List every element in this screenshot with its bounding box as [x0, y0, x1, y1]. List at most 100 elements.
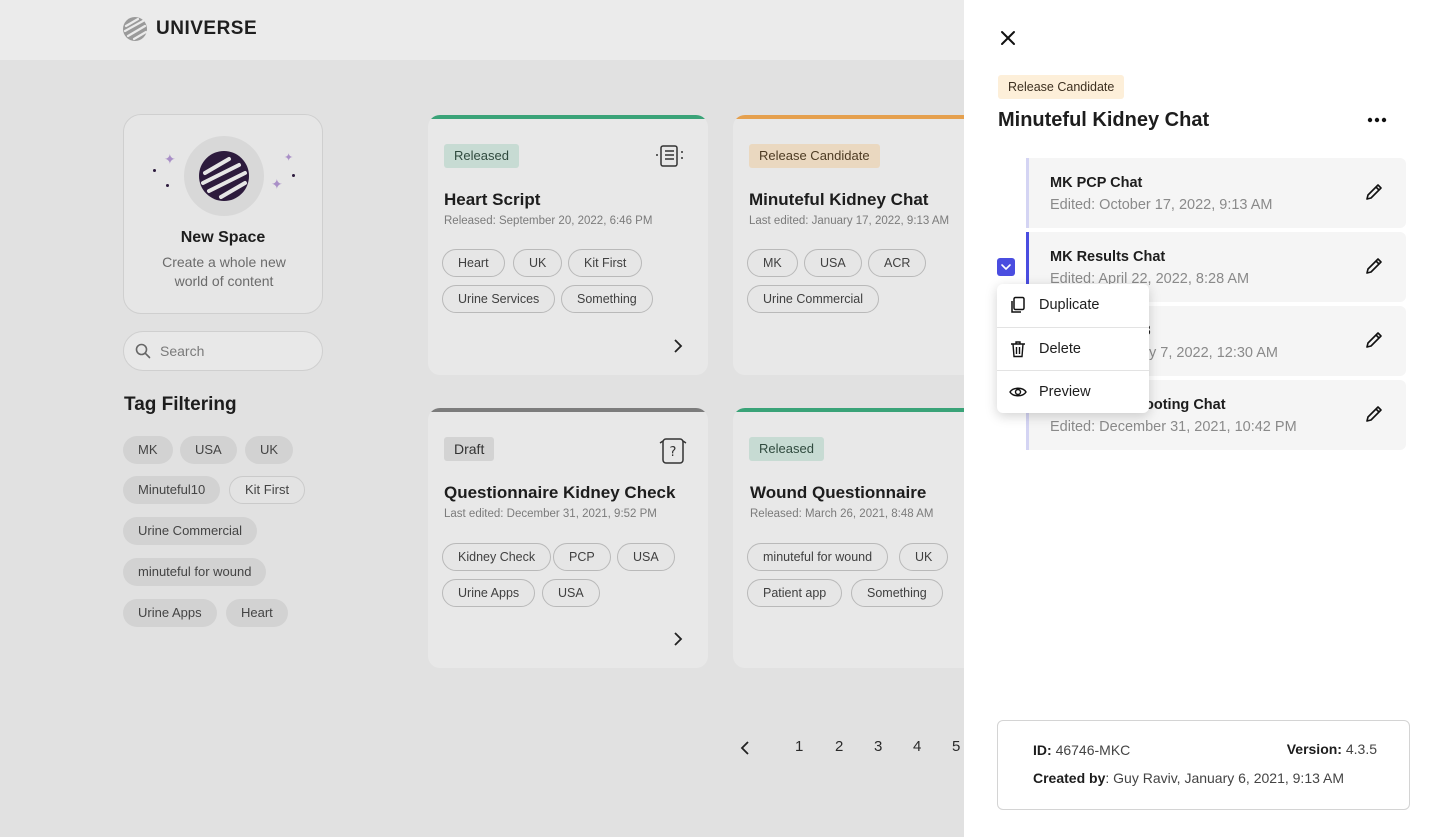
status-badge: Released — [444, 144, 519, 168]
card-tag: Patient app — [747, 579, 843, 607]
script-date: Edited: October 17, 2022, 9:13 AM — [1050, 197, 1273, 213]
card-tag: Urine Commercial — [747, 285, 880, 313]
script-info-box: ID: 46746-MKC Version: 4.3.5 Created by:… — [997, 720, 1410, 810]
document-list-icon — [656, 145, 683, 167]
script-date: Edited: December 31, 2021, 10:42 PM — [1050, 419, 1297, 435]
item-checkbox[interactable] — [997, 258, 1015, 276]
script-item[interactable]: MK PCP Chat Edited: October 17, 2022, 9:… — [1026, 158, 1406, 228]
brand-logo[interactable]: UNIVERSE — [122, 16, 257, 42]
page-link[interactable]: 4 — [913, 738, 921, 755]
filter-tag[interactable]: Heart — [226, 599, 288, 627]
sparkle-icon: ✦ — [164, 151, 176, 167]
trash-icon — [1011, 340, 1025, 357]
pencil-icon[interactable] — [1364, 256, 1384, 276]
filter-tag[interactable]: Urine Apps — [123, 599, 217, 627]
details-drawer: Release Candidate Minuteful Kidney Chat … — [964, 0, 1440, 837]
card-tag: PCP — [553, 543, 611, 571]
card-tag: Kit First — [568, 249, 643, 277]
card-tag: ACR — [868, 249, 927, 277]
new-space-subtitle: Create a whole new world of content — [162, 254, 286, 289]
card-tag: Urine Services — [442, 285, 556, 313]
menu-label: Preview — [1039, 383, 1091, 400]
script-id: ID: 46746-MKC — [1033, 742, 1131, 758]
new-space-card[interactable]: ✦ ✦ ✦ New Space Create a whole new world… — [123, 114, 323, 314]
pencil-icon[interactable] — [1364, 182, 1384, 202]
sparkle-icon: ✦ — [271, 176, 283, 192]
card-tag: USA — [617, 543, 675, 571]
page-link[interactable]: 3 — [874, 738, 882, 755]
filter-tag[interactable]: Urine Commercial — [123, 517, 258, 545]
more-options-icon[interactable] — [1366, 110, 1388, 130]
dot-decoration — [153, 169, 156, 172]
card-tag: Heart — [442, 249, 505, 277]
status-badge: Release Candidate — [998, 75, 1125, 99]
card-title: Questionnaire Kidney Check — [444, 483, 676, 502]
brand-name: UNIVERSE — [156, 18, 258, 39]
menu-label: Duplicate — [1039, 297, 1100, 313]
status-bar — [428, 408, 708, 412]
menu-label: Delete — [1039, 340, 1081, 357]
delete-menu-item[interactable]: Delete — [997, 327, 1149, 369]
question-cards-icon: ? — [659, 438, 687, 464]
card-title: Wound Questionnaire — [750, 483, 927, 502]
search-input[interactable]: Search — [123, 331, 323, 371]
card-tag: Something — [561, 285, 653, 313]
tag-filter-title: Tag Filtering — [124, 394, 237, 415]
filter-tag[interactable]: minuteful for wound — [123, 558, 267, 586]
card-meta: Last edited: December 31, 2021, 9:52 PM — [444, 508, 657, 520]
pencil-icon[interactable] — [1364, 330, 1384, 350]
card-title: Minuteful Kidney Chat — [749, 190, 929, 209]
new-space-title: New Space — [180, 229, 266, 246]
pencil-icon[interactable] — [1364, 404, 1384, 424]
card-tag: USA — [804, 249, 862, 277]
script-version: Version: 4.3.5 — [1286, 741, 1377, 757]
content-card[interactable]: Draft ? Questionnaire Kidney Check Last … — [428, 408, 708, 668]
duplicate-menu-item[interactable]: Duplicate — [997, 284, 1149, 326]
filter-tag[interactable]: UK — [245, 436, 294, 464]
script-name: MK Results Chat — [1050, 249, 1166, 265]
card-tag: Urine Apps — [442, 579, 536, 607]
filter-tag[interactable]: USA — [180, 436, 237, 464]
close-icon[interactable] — [998, 28, 1018, 48]
page-link[interactable]: 5 — [952, 738, 960, 755]
card-tag: UK — [513, 249, 563, 277]
card-tag: USA — [542, 579, 600, 607]
preview-menu-item[interactable]: Preview — [997, 370, 1149, 412]
drawer-title: Minuteful Kidney Chat — [998, 109, 1210, 131]
chevron-right-icon[interactable] — [672, 632, 684, 646]
chevron-left-icon[interactable] — [739, 741, 751, 755]
universe-logo-icon — [123, 17, 148, 41]
planet-icon — [199, 151, 249, 201]
card-tag: UK — [899, 543, 949, 571]
dot-decoration — [292, 174, 295, 177]
card-meta: Released: March 26, 2021, 8:48 AM — [750, 508, 934, 520]
status-badge: Release Candidate — [749, 144, 880, 168]
card-tag: Kidney Check — [442, 543, 552, 571]
script-date: y 7, 2022, 12:30 AM — [1149, 345, 1278, 361]
card-meta: Released: September 20, 2022, 6:46 PM — [444, 215, 653, 227]
page-link[interactable]: 1 — [795, 738, 803, 755]
search-placeholder: Search — [160, 343, 205, 359]
script-created-by: Created by: Guy Raviv, January 6, 2021, … — [1033, 770, 1345, 786]
svg-text:?: ? — [670, 445, 677, 460]
filter-tag[interactable]: Minuteful10 — [123, 476, 221, 504]
new-space-illustration — [184, 136, 264, 216]
card-tag: MK — [747, 249, 798, 277]
script-name: ooting Chat — [1145, 397, 1226, 413]
filter-tag[interactable]: MK — [123, 436, 173, 464]
card-tag: minuteful for wound — [747, 543, 889, 571]
status-bar — [428, 115, 708, 119]
dot-decoration — [166, 184, 169, 187]
filter-tag[interactable]: Kit First — [229, 476, 306, 504]
page-link[interactable]: 2 — [835, 738, 843, 755]
chevron-down-icon — [1001, 264, 1011, 270]
card-meta: Last edited: January 17, 2022, 9:13 AM — [749, 215, 950, 227]
copy-icon — [1011, 296, 1025, 313]
status-badge: Released — [749, 437, 824, 461]
script-name: MK PCP Chat — [1050, 175, 1143, 191]
card-title: Heart Script — [444, 190, 541, 209]
status-badge: Draft — [444, 437, 495, 461]
chevron-right-icon[interactable] — [672, 339, 684, 353]
sparkle-icon: ✦ — [284, 152, 294, 164]
content-card[interactable]: Released Heart Script Released: Septembe… — [428, 115, 708, 375]
